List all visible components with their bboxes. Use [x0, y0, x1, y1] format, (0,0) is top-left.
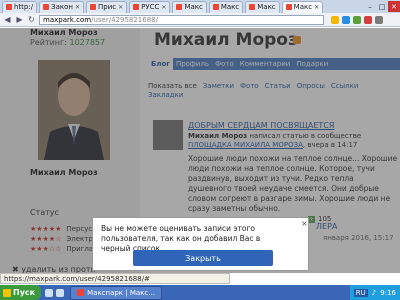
browser-tab[interactable]: http:/ [2, 0, 38, 13]
link-status-bar: https://maxpark.com/user/4295821688/# [0, 273, 230, 284]
language-indicator[interactable]: RU [353, 288, 368, 297]
page-favicon-icon [6, 4, 12, 10]
address-bar[interactable]: maxpark.com/user/4295821688/ [39, 14, 324, 25]
back-icon[interactable]: ◀ [3, 15, 12, 24]
browser-tab[interactable]: Макс [245, 0, 280, 13]
volume-icon[interactable]: ♪ [372, 289, 376, 297]
menu-icon[interactable] [375, 15, 383, 24]
url-host: maxpark.com [43, 15, 92, 24]
page-favicon-icon [176, 4, 183, 10]
close-tab-icon[interactable]: ✕ [161, 4, 166, 11]
extension-icons [331, 15, 383, 24]
taskbar-window-button[interactable]: Макспарк | Макс... [70, 285, 162, 300]
reload-icon[interactable]: ↻ [27, 15, 36, 24]
forward-icon[interactable]: ▶ [15, 15, 24, 24]
quick-launch [45, 288, 65, 297]
page-favicon-icon [43, 4, 50, 10]
star-icon[interactable] [331, 15, 339, 24]
system-tray: RU ♪ 9:16 [349, 285, 400, 300]
close-tab-icon[interactable]: ✕ [118, 4, 123, 11]
maximize-icon[interactable]: □ [376, 1, 388, 12]
taskbar: Пуск Макспарк | Макс... RU ♪ 9:16 [0, 285, 400, 300]
blacklist-dialog: Вы не можете оценивать записи этого поль… [92, 217, 309, 271]
page-favicon-icon [285, 4, 292, 10]
close-icon[interactable]: × [301, 219, 308, 228]
browser-icon[interactable] [56, 288, 65, 297]
browser-tab[interactable]: Макс [172, 0, 207, 13]
desktop-icon[interactable] [45, 288, 54, 297]
browser-tab[interactable]: Прис ✕ [86, 0, 128, 13]
browser-tab[interactable]: Макс [208, 0, 244, 13]
minimize-icon[interactable]: – [364, 1, 376, 12]
extension-icon[interactable] [364, 15, 372, 24]
browser-tab-bar: http:/ Закон ✕ Прис ✕ РУСС ✕ Макс Макс Макс… [0, 0, 400, 14]
close-tab-icon[interactable]: ✕ [314, 4, 319, 11]
browser-toolbar: ◀ ▶ ↻ maxpark.com/user/4295821688/ [0, 13, 400, 27]
close-window-icon[interactable]: ✕ [388, 1, 400, 12]
window-controls: – □ ✕ [364, 1, 400, 12]
close-tab-icon[interactable]: ✕ [75, 4, 80, 11]
browser-tab-active[interactable]: Макс ✕ [281, 0, 324, 13]
page-favicon-icon [133, 4, 140, 10]
url-path: /user/4295821688/ [91, 15, 158, 24]
page-favicon-icon [212, 4, 219, 10]
browser-tab[interactable]: Закон ✕ [39, 0, 84, 13]
page-favicon-icon [249, 4, 256, 10]
start-button[interactable]: Пуск [0, 285, 42, 300]
browser-tab[interactable]: РУСС ✕ [129, 0, 171, 13]
extension-icon[interactable] [342, 15, 350, 24]
extension-icon[interactable] [353, 15, 361, 24]
clock[interactable]: 9:16 [380, 289, 396, 297]
windows-logo-icon [3, 288, 11, 297]
browser-icon [77, 289, 85, 296]
close-button[interactable]: Закрыть [133, 250, 273, 266]
page-favicon-icon [90, 4, 96, 10]
